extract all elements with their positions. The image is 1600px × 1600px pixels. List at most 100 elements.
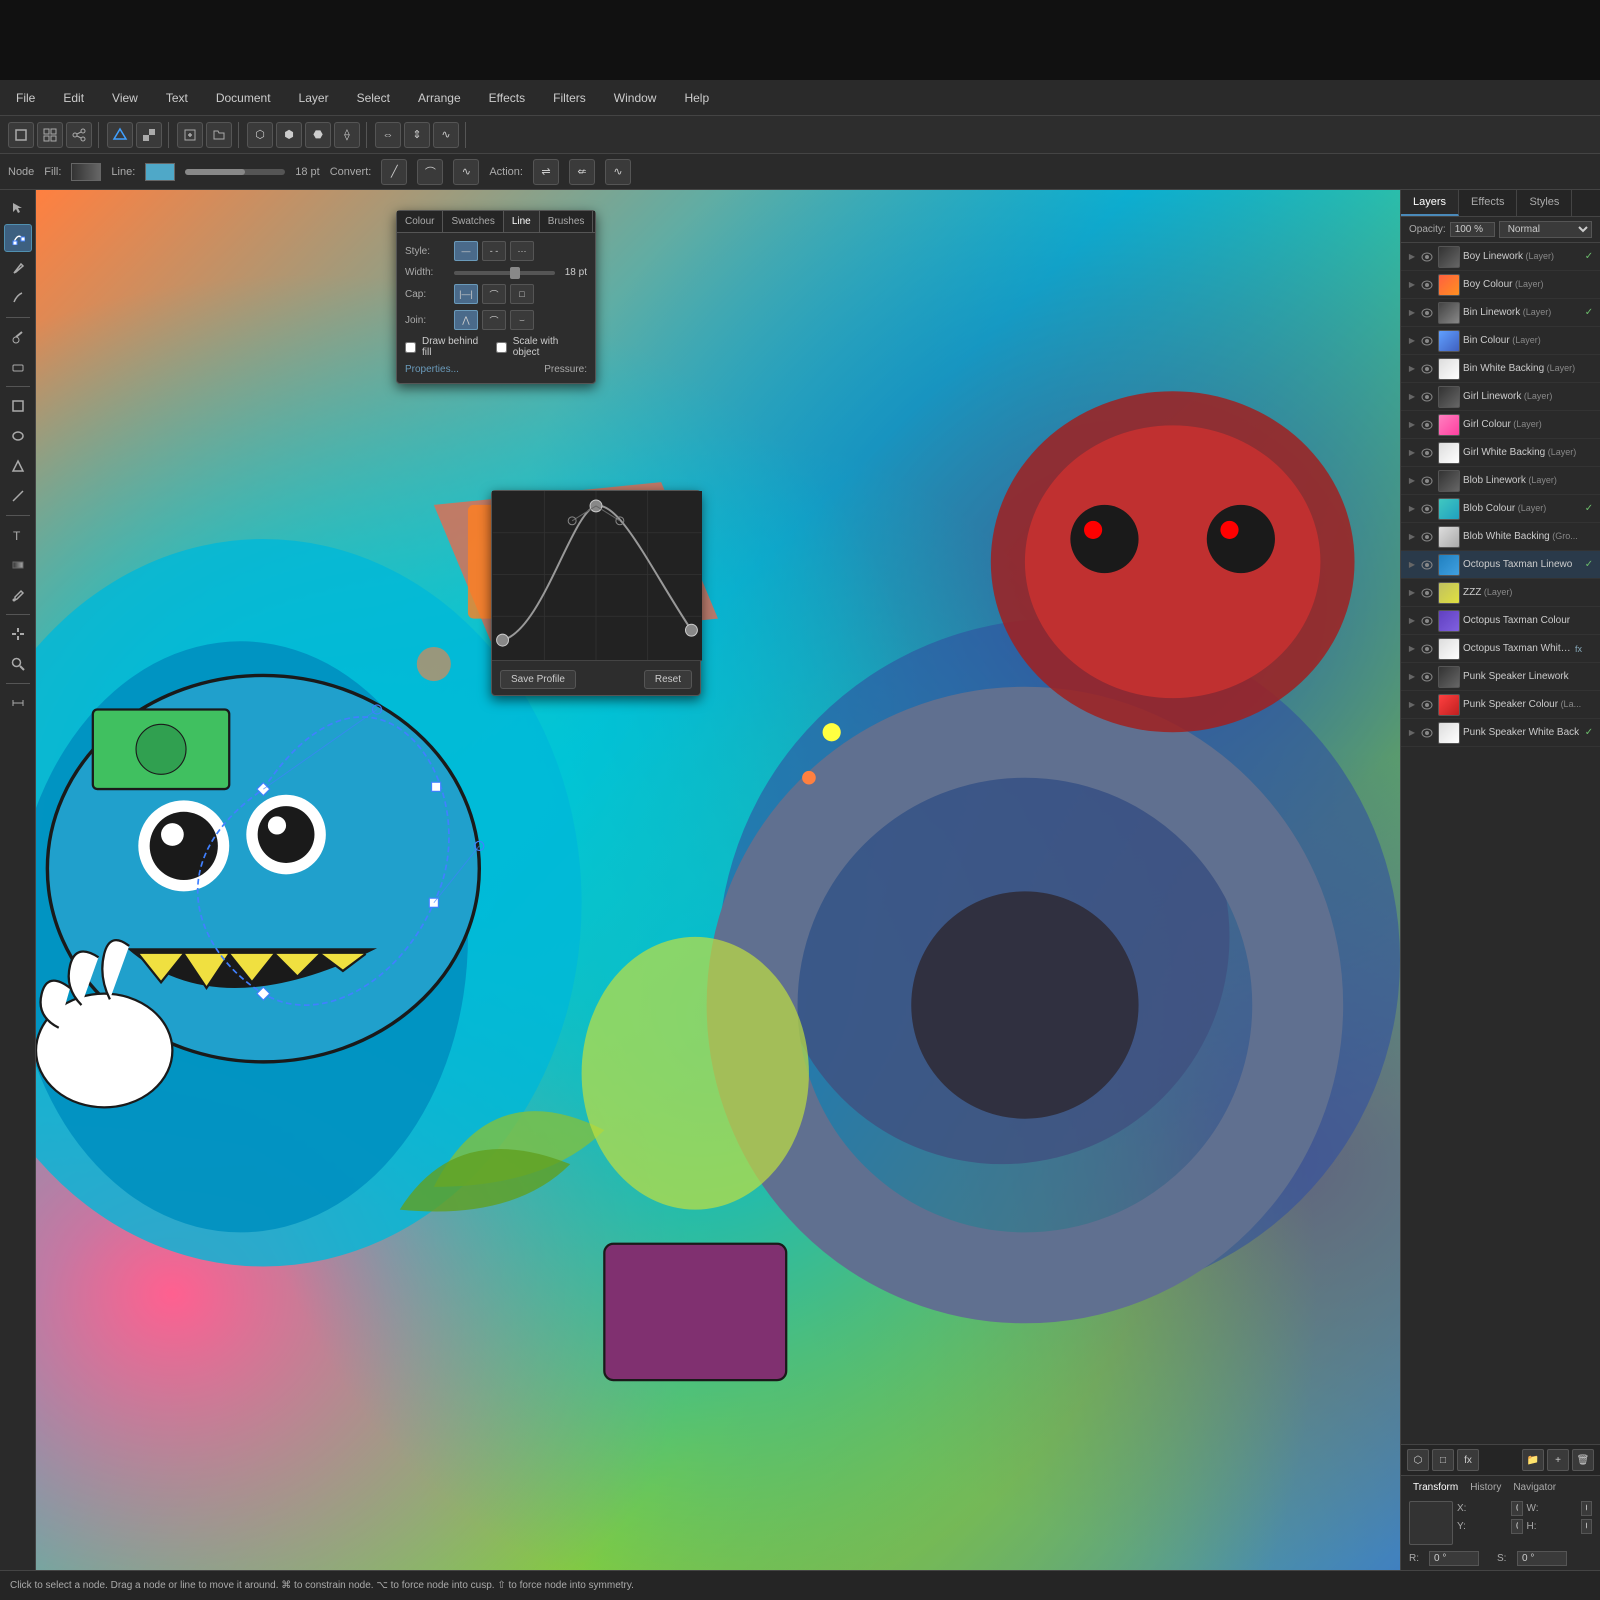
convert-btn-3[interactable]: ∿	[453, 159, 479, 185]
tool-line[interactable]	[4, 482, 32, 510]
tool-text[interactable]: T	[4, 521, 32, 549]
layer-visibility-btn[interactable]	[1419, 501, 1435, 517]
menu-file[interactable]: File	[10, 89, 41, 107]
convert-btn-1[interactable]: ╱	[381, 159, 407, 185]
draw-behind-fill-checkbox[interactable]	[405, 342, 416, 353]
layer-folder-btn[interactable]: 📁	[1522, 1449, 1544, 1471]
layer-expand-btn[interactable]: ▶	[1405, 614, 1419, 628]
tab-brushes[interactable]: Brushes	[540, 211, 594, 232]
toolbar-flip-v-btn[interactable]: ⇕	[404, 122, 430, 148]
tool-zoom[interactable]	[4, 650, 32, 678]
tool-triangle[interactable]	[4, 452, 32, 480]
tool-brush[interactable]	[4, 323, 32, 351]
layer-add-btn[interactable]: +	[1547, 1449, 1569, 1471]
fill-swatch[interactable]	[71, 163, 101, 181]
save-profile-btn[interactable]: Save Profile	[500, 670, 576, 689]
layer-expand-btn[interactable]: ▶	[1405, 698, 1419, 712]
toolbar-vector-btn[interactable]	[107, 122, 133, 148]
join-miter-btn[interactable]: ⋀	[454, 310, 478, 330]
opacity-input[interactable]	[1450, 222, 1495, 237]
action-btn-1[interactable]: ⇌	[533, 159, 559, 185]
tab-effects[interactable]: Effects	[1459, 190, 1517, 216]
h-input[interactable]	[1581, 1519, 1593, 1534]
layer-item[interactable]: ▶Octopus Taxman Linewo✓	[1401, 551, 1600, 579]
layer-expand-btn[interactable]: ▶	[1405, 642, 1419, 656]
w-input[interactable]	[1581, 1501, 1593, 1516]
bottom-tab-history[interactable]: History	[1466, 1480, 1505, 1495]
layer-arrange-btn[interactable]: ⬡	[1407, 1449, 1429, 1471]
bottom-tab-transform[interactable]: Transform	[1409, 1480, 1462, 1495]
tool-pen[interactable]	[4, 254, 32, 282]
layer-visibility-btn[interactable]	[1419, 557, 1435, 573]
line-width-slider[interactable]	[185, 169, 285, 175]
layer-expand-btn[interactable]: ▶	[1405, 586, 1419, 600]
style-dash-btn[interactable]: - -	[482, 241, 506, 261]
toolbar-node3-btn[interactable]: ⬣	[305, 122, 331, 148]
menu-layer[interactable]: Layer	[293, 89, 335, 107]
menu-text[interactable]: Text	[160, 89, 194, 107]
layer-visibility-btn[interactable]	[1419, 669, 1435, 685]
layer-delete-btn[interactable]: 🗑	[1572, 1449, 1594, 1471]
toolbar-wave-btn[interactable]: ∿	[433, 122, 459, 148]
layer-expand-btn[interactable]: ▶	[1405, 670, 1419, 684]
tool-measure[interactable]	[4, 689, 32, 717]
tool-erase[interactable]	[4, 353, 32, 381]
blend-mode-select[interactable]: Normal Multiply Screen Overlay	[1499, 221, 1592, 238]
toolbar-share-btn[interactable]	[66, 122, 92, 148]
cap-square-btn[interactable]: □	[510, 284, 534, 304]
tool-pencil[interactable]	[4, 284, 32, 312]
tab-swatches[interactable]: Swatches	[443, 211, 503, 232]
layer-visibility-btn[interactable]	[1419, 417, 1435, 433]
toolbar-pixel-btn[interactable]	[136, 122, 162, 148]
cap-round-btn[interactable]: ⌒	[482, 284, 506, 304]
style-solid-btn[interactable]: —	[454, 241, 478, 261]
s-input[interactable]	[1517, 1551, 1567, 1566]
menu-document[interactable]: Document	[210, 89, 277, 107]
layer-item[interactable]: ▶Punk Speaker Linework	[1401, 663, 1600, 691]
layer-visibility-btn[interactable]	[1419, 613, 1435, 629]
layer-expand-btn[interactable]: ▶	[1405, 418, 1419, 432]
pressure-curve[interactable]	[492, 491, 702, 661]
properties-link[interactable]: Properties...	[405, 364, 459, 375]
menu-select[interactable]: Select	[351, 89, 396, 107]
layer-mask-btn[interactable]: □	[1432, 1449, 1454, 1471]
toolbar-node4-btn[interactable]: ⟠	[334, 122, 360, 148]
width-slider[interactable]	[454, 271, 555, 275]
tool-rect[interactable]	[4, 392, 32, 420]
x-input[interactable]	[1511, 1501, 1523, 1516]
layer-visibility-btn[interactable]	[1419, 333, 1435, 349]
action-btn-3[interactable]: ∿	[605, 159, 631, 185]
layer-expand-btn[interactable]: ▶	[1405, 474, 1419, 488]
layer-expand-btn[interactable]: ▶	[1405, 558, 1419, 572]
scale-with-object-checkbox[interactable]	[496, 342, 507, 353]
line-color-swatch[interactable]	[145, 163, 175, 181]
tool-arrow[interactable]	[4, 194, 32, 222]
y-input[interactable]	[1511, 1519, 1523, 1534]
layer-expand-btn[interactable]: ▶	[1405, 530, 1419, 544]
layer-visibility-btn[interactable]	[1419, 277, 1435, 293]
layer-item[interactable]: ▶Blob Colour (Layer)✓	[1401, 495, 1600, 523]
layer-visibility-btn[interactable]	[1419, 473, 1435, 489]
layer-expand-btn[interactable]: ▶	[1405, 334, 1419, 348]
layer-item[interactable]: ▶Boy Colour (Layer)	[1401, 271, 1600, 299]
toolbar-new-btn[interactable]	[177, 122, 203, 148]
layer-visibility-btn[interactable]	[1419, 389, 1435, 405]
menu-filters[interactable]: Filters	[547, 89, 592, 107]
layer-fx-btn[interactable]: fx	[1457, 1449, 1479, 1471]
toolbar-node2-btn[interactable]: ⬢	[276, 122, 302, 148]
bottom-tab-navigator[interactable]: Navigator	[1509, 1480, 1560, 1495]
menu-effects[interactable]: Effects	[483, 89, 531, 107]
layer-visibility-btn[interactable]	[1419, 445, 1435, 461]
tool-gradient[interactable]	[4, 551, 32, 579]
menu-arrange[interactable]: Arrange	[412, 89, 467, 107]
layer-expand-btn[interactable]: ▶	[1405, 502, 1419, 516]
layer-visibility-btn[interactable]	[1419, 361, 1435, 377]
layer-item[interactable]: ▶ZZZ (Layer)	[1401, 579, 1600, 607]
layer-item[interactable]: ▶Boy Linework (Layer)✓	[1401, 243, 1600, 271]
layer-visibility-btn[interactable]	[1419, 305, 1435, 321]
layer-expand-btn[interactable]: ▶	[1405, 362, 1419, 376]
join-bevel-btn[interactable]: ⌣	[510, 310, 534, 330]
toolbar-grid-btn[interactable]	[37, 122, 63, 148]
action-btn-2[interactable]: ⇍	[569, 159, 595, 185]
layer-visibility-btn[interactable]	[1419, 529, 1435, 545]
